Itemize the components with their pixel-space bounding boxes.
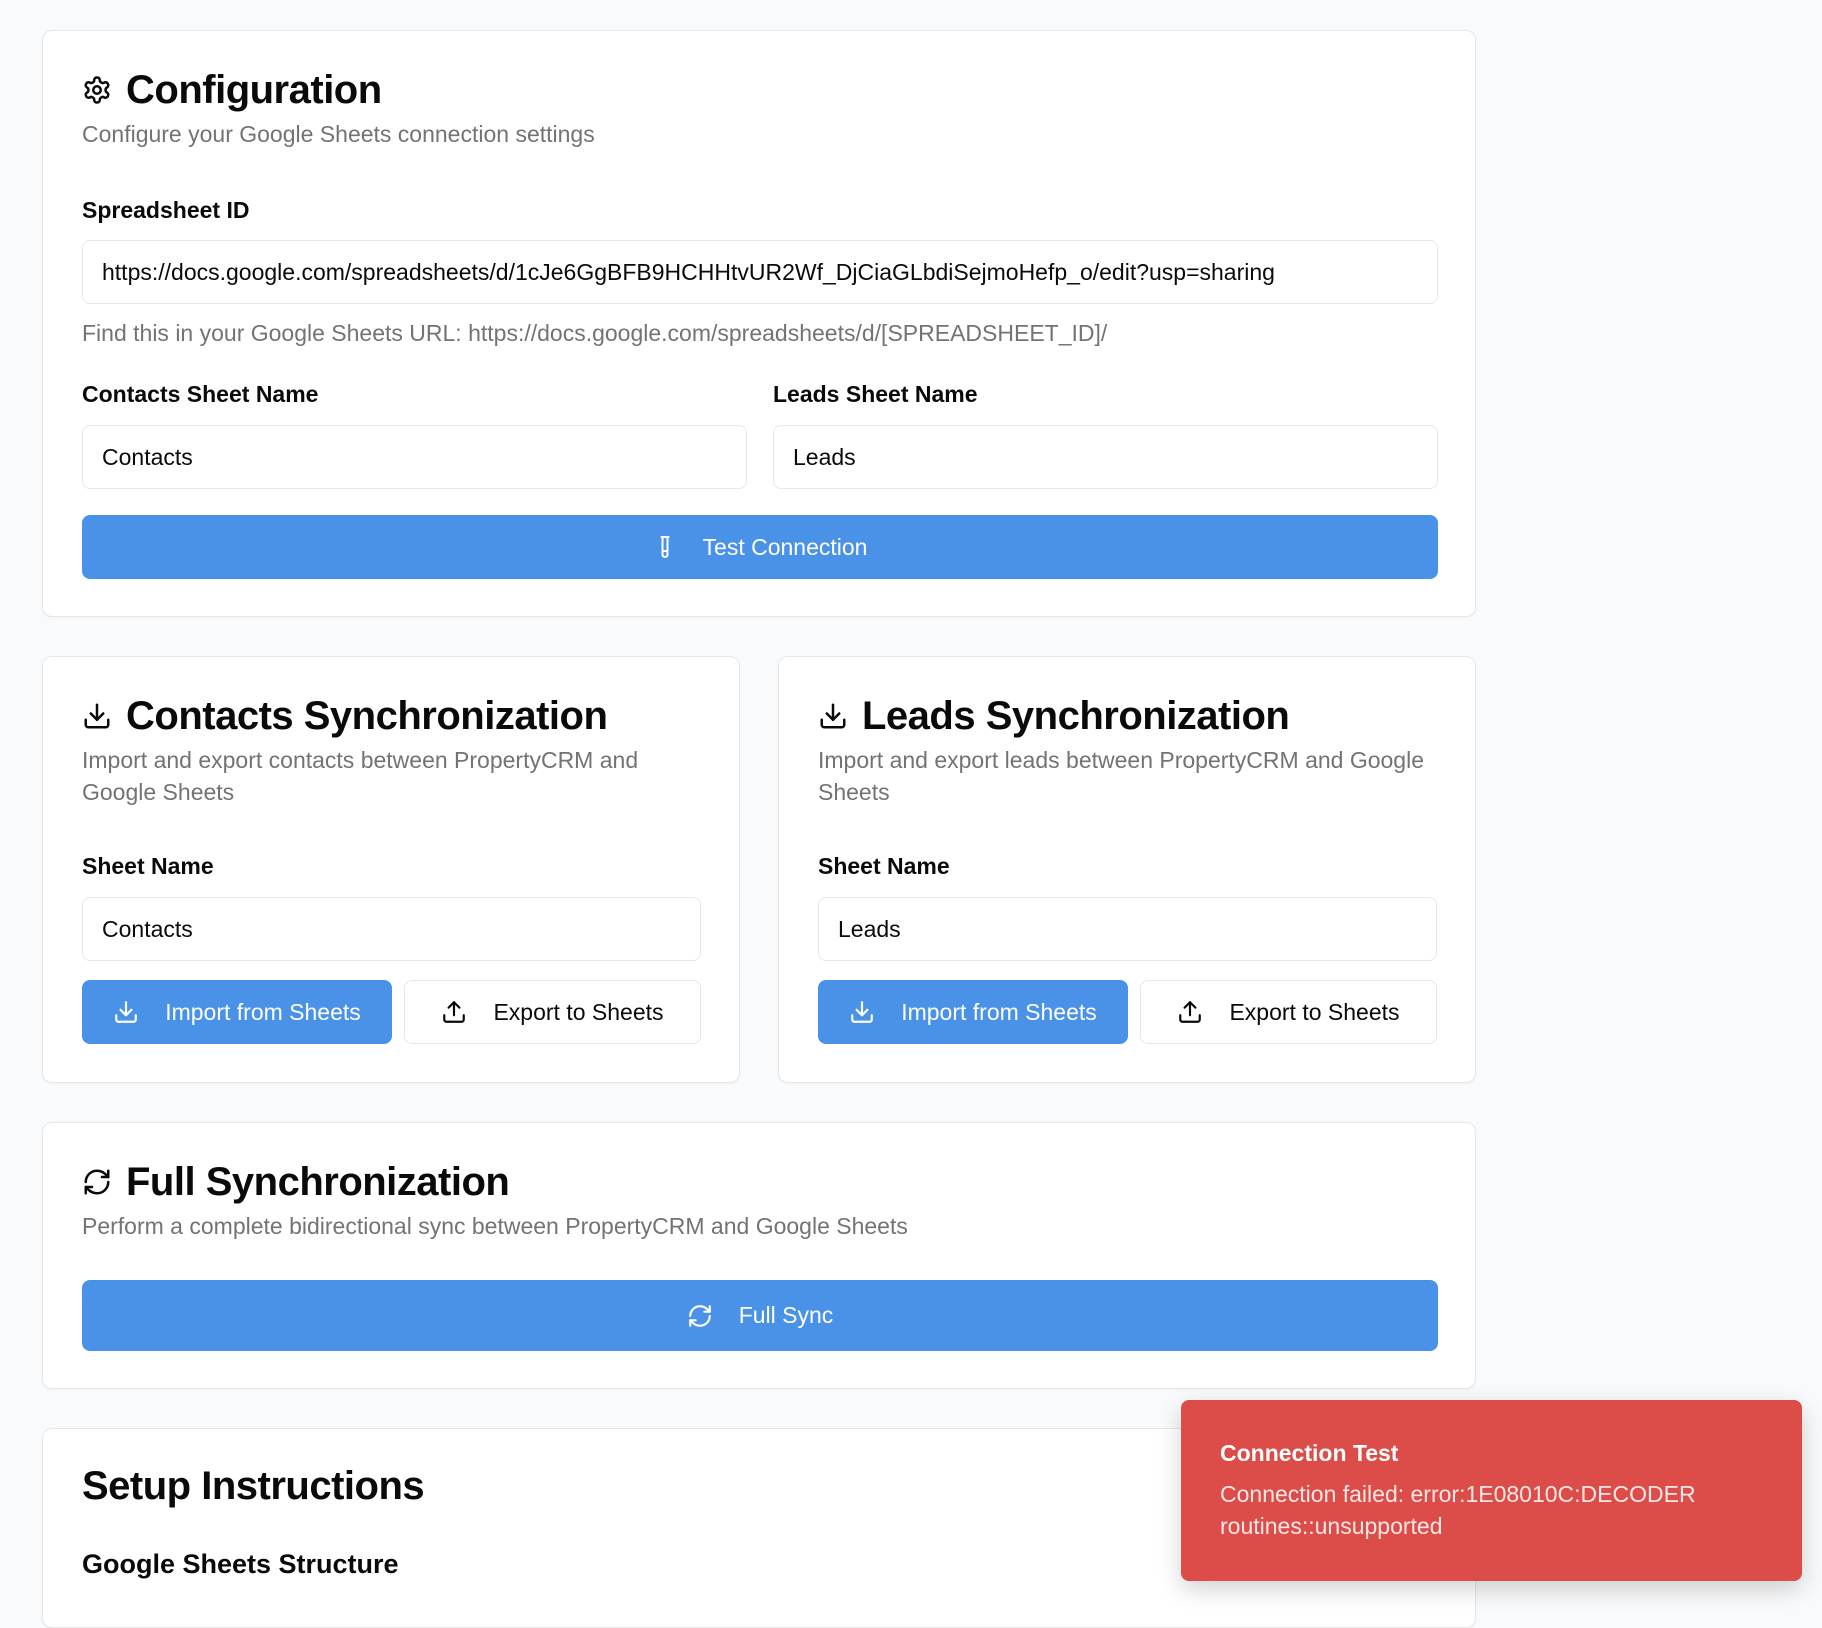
test-connection-label: Test Connection bbox=[702, 533, 868, 560]
full-sync-label: Full Sync bbox=[738, 1302, 834, 1328]
configuration-title-row: Configuration bbox=[82, 70, 382, 110]
refresh-icon bbox=[82, 1167, 112, 1197]
leads-import-button[interactable]: Import from Sheets bbox=[818, 980, 1128, 1044]
contacts-sheet-input[interactable] bbox=[82, 897, 701, 961]
leads-sheet-label: Sheet Name bbox=[818, 853, 950, 879]
leads-sheet-name-input[interactable] bbox=[773, 425, 1438, 489]
spreadsheet-id-hint: Find this in your Google Sheets URL: htt… bbox=[82, 320, 1108, 346]
toast-message: Connection failed: error:1E08010C:DECODE… bbox=[1220, 1481, 1696, 1539]
error-toast[interactable]: Connection Test Connection failed: error… bbox=[1181, 1400, 1802, 1581]
leads-sheet-input[interactable] bbox=[818, 897, 1437, 961]
test-connection-button[interactable]: Test Connection bbox=[82, 515, 1438, 579]
configuration-description: Configure your Google Sheets connection … bbox=[82, 121, 595, 147]
contacts-sheet-name-input[interactable] bbox=[82, 425, 747, 489]
contacts-export-label: Export to Sheets bbox=[493, 998, 664, 1025]
leads-sync-card: Leads Synchronization Import and export … bbox=[778, 656, 1476, 1083]
contacts-sheet-label: Sheet Name bbox=[82, 853, 214, 879]
contacts-import-button[interactable]: Import from Sheets bbox=[82, 980, 392, 1044]
contacts-sheet-name-label: Contacts Sheet Name bbox=[82, 381, 319, 407]
download-icon bbox=[82, 701, 112, 731]
leads-import-label: Import from Sheets bbox=[901, 998, 1097, 1025]
contacts-sync-title: Contacts Synchronization bbox=[126, 694, 608, 738]
contacts-sync-title-row: Contacts Synchronization bbox=[82, 694, 608, 738]
leads-export-button[interactable]: Export to Sheets bbox=[1140, 980, 1437, 1044]
leads-sync-title: Leads Synchronization bbox=[862, 694, 1290, 738]
test-tube-icon bbox=[653, 535, 677, 559]
gear-icon bbox=[82, 75, 112, 105]
full-sync-title: Full Synchronization bbox=[126, 1160, 510, 1204]
contacts-sync-card: Contacts Synchronization Import and expo… bbox=[42, 656, 740, 1083]
contacts-export-button[interactable]: Export to Sheets bbox=[404, 980, 701, 1044]
sheets-structure-subtitle: Google Sheets Structure bbox=[82, 1549, 399, 1579]
download-icon bbox=[849, 999, 875, 1025]
download-icon bbox=[818, 701, 848, 731]
full-sync-title-row: Full Synchronization bbox=[82, 1160, 510, 1204]
full-sync-description: Perform a complete bidirectional sync be… bbox=[82, 1213, 908, 1239]
toast-title: Connection Test bbox=[1220, 1440, 1399, 1466]
contacts-import-label: Import from Sheets bbox=[165, 998, 361, 1025]
setup-instructions-title: Setup Instructions bbox=[82, 1464, 425, 1508]
spreadsheet-id-label: Spreadsheet ID bbox=[82, 197, 250, 223]
upload-icon bbox=[441, 999, 467, 1025]
leads-sheet-name-label: Leads Sheet Name bbox=[773, 381, 978, 407]
full-sync-button[interactable]: Full Sync bbox=[82, 1280, 1438, 1351]
leads-sync-description: Import and export leads between Property… bbox=[818, 747, 1424, 805]
leads-export-label: Export to Sheets bbox=[1229, 998, 1400, 1025]
refresh-icon bbox=[687, 1303, 713, 1329]
upload-icon bbox=[1177, 999, 1203, 1025]
configuration-title: Configuration bbox=[126, 68, 382, 112]
download-icon bbox=[113, 999, 139, 1025]
spreadsheet-id-input[interactable] bbox=[82, 240, 1438, 304]
contacts-sync-description: Import and export contacts between Prope… bbox=[82, 747, 639, 805]
leads-sync-title-row: Leads Synchronization bbox=[818, 694, 1290, 738]
full-sync-card: Full Synchronization Perform a complete … bbox=[42, 1122, 1476, 1389]
configuration-card: Configuration Configure your Google Shee… bbox=[42, 30, 1476, 617]
